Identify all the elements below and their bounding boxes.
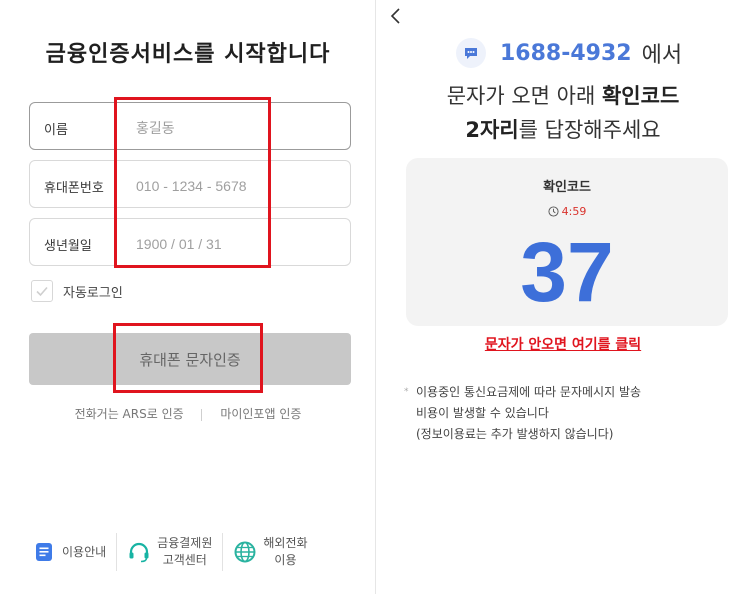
myinfo-app-auth-link[interactable]: 마이인포앱 인증 [220, 407, 301, 421]
headset-icon [127, 540, 151, 564]
footer-menu: 이용안내 금융결제원 고객센터 해외전화 이용 [32, 530, 352, 574]
birthdate-label: 생년월일 [44, 239, 92, 254]
name-field[interactable]: 이름 [29, 102, 351, 150]
usage-guide-label: 이용안내 [62, 544, 107, 559]
auto-login-checkbox[interactable] [31, 280, 53, 302]
back-arrow-icon[interactable] [388, 6, 404, 26]
notice-line: 이용중인 통신요금제에 따라 문자메시지 발송 [416, 385, 642, 399]
instruction-line-1: 문자가 오면 아래 확인코드 [376, 80, 750, 110]
check-icon [36, 286, 48, 297]
instruction-line-2: 2자리를 답장해주세요 [376, 114, 750, 144]
code-card-title: 확인코드 [543, 180, 591, 195]
auto-login-label: 자동로그인 [63, 285, 123, 301]
instruction-bold: 확인코드 [601, 84, 680, 108]
sender-number-line: 1688-4932 에서 [456, 37, 682, 69]
overseas-phone-line2: 이용 [274, 553, 297, 567]
auto-login-option[interactable]: 자동로그인 [31, 280, 123, 302]
notice-line: (정보이용료는 추가 발생하지 않습니다) [416, 427, 614, 441]
instruction-text: 문자가 오면 아래 [446, 84, 602, 108]
phone-input[interactable] [136, 176, 336, 196]
sender-phone-number: 1688-4932 [500, 40, 632, 66]
sms-auth-button[interactable]: 휴대폰 문자인증 [29, 333, 351, 385]
countdown-value: 4:59 [561, 205, 587, 218]
birthdate-input[interactable] [136, 234, 336, 254]
bullet-icon: * [404, 387, 409, 397]
phone-field[interactable]: 휴대폰번호 [29, 160, 351, 208]
overseas-phone-line1: 해외전화 [263, 536, 308, 550]
overseas-phone-link[interactable]: 해외전화 이용 [233, 530, 308, 574]
instruction-text: 를 답장해주세요 [518, 118, 661, 142]
name-label: 이름 [44, 123, 68, 138]
verification-code: 37 [520, 225, 614, 319]
sender-suffix: 에서 [641, 43, 683, 68]
login-panel: 금융인증서비스를 시작합니다 이름 휴대폰번호 생년월일 자동로그인 휴대폰 문… [0, 0, 376, 594]
usage-guide-link[interactable]: 이용안내 [32, 530, 106, 574]
link-divider [201, 408, 203, 421]
footer-divider [222, 533, 224, 571]
chat-bubble-icon [456, 38, 486, 68]
verification-code-card: 확인코드 4:59 37 [406, 158, 728, 326]
billing-notice: * 이용중인 통신요금제에 따라 문자메시지 발송 비용이 발생할 수 있습니다… [404, 382, 724, 445]
clock-icon [548, 206, 559, 217]
page-title: 금융인증서비스를 시작합니다 [45, 42, 331, 67]
countdown-timer: 4:59 [406, 205, 728, 218]
globe-icon [233, 540, 257, 564]
customer-center-line2: 고객센터 [162, 553, 207, 567]
alt-auth-links: 전화거는 ARS로 인증 마이인포앱 인증 [0, 405, 376, 422]
customer-center-link[interactable]: 금융결제원 고객센터 [127, 530, 212, 574]
document-icon [32, 540, 56, 564]
customer-center-line1: 금융결제원 [157, 536, 213, 550]
notice-line: 비용이 발생할 수 있습니다 [416, 406, 549, 420]
name-input[interactable] [136, 118, 336, 138]
ars-auth-link[interactable]: 전화거는 ARS로 인증 [75, 407, 184, 421]
instruction-bold: 2자리 [465, 118, 519, 142]
phone-label: 휴대폰번호 [44, 181, 104, 196]
sms-not-received-link[interactable]: 문자가 안오면 여기를 클릭 [376, 334, 750, 354]
footer-divider [116, 533, 118, 571]
birthdate-field[interactable]: 생년월일 [29, 218, 351, 266]
